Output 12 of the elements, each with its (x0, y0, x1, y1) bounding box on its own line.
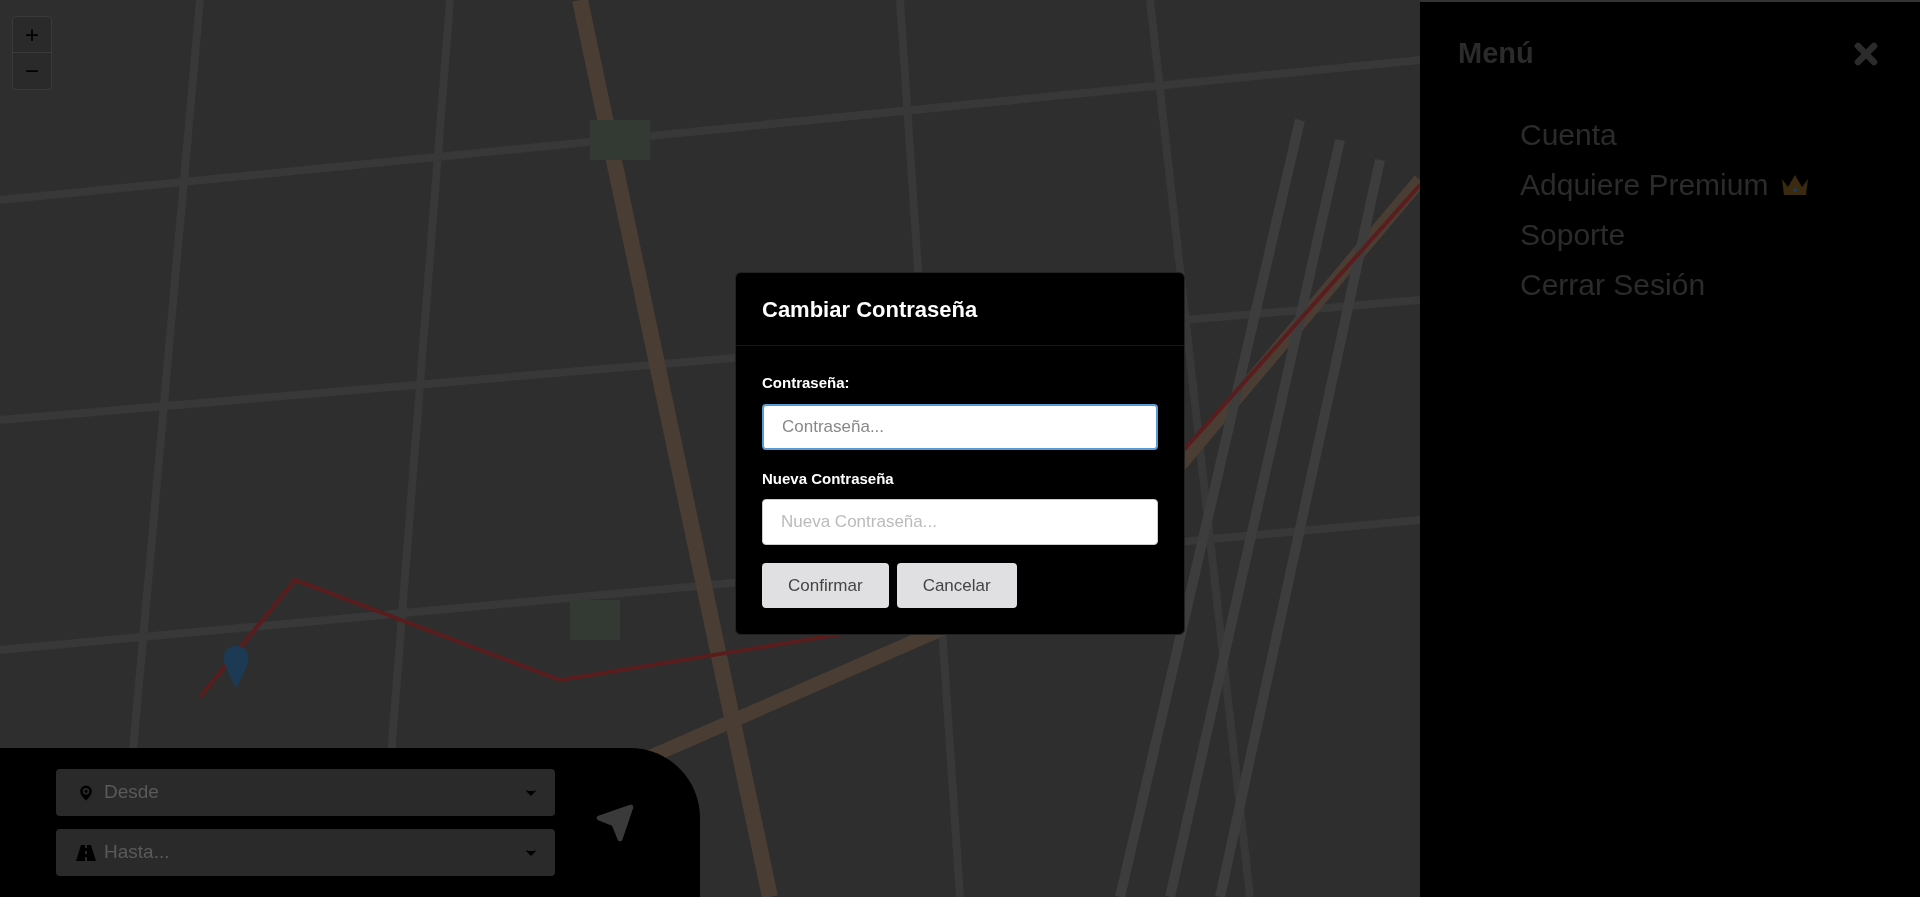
road-icon (76, 844, 96, 861)
zoom-in-button[interactable]: + (13, 17, 51, 53)
dialog-title: Cambiar Contraseña (762, 295, 978, 324)
field-label: Contraseña: (762, 373, 851, 393)
send-icon[interactable] (595, 802, 635, 843)
zoom-out-button[interactable]: − (13, 53, 51, 89)
password-field[interactable]: Contraseña... (762, 403, 1158, 450)
field-label: Nueva Contraseña (762, 468, 895, 489)
password-field[interactable]: Nueva Contraseña... (762, 499, 1158, 545)
dialog-button[interactable]: Confirmar (762, 563, 889, 608)
map-marker-icon (222, 646, 250, 688)
dialog-button[interactable]: Cancelar (896, 563, 1017, 608)
